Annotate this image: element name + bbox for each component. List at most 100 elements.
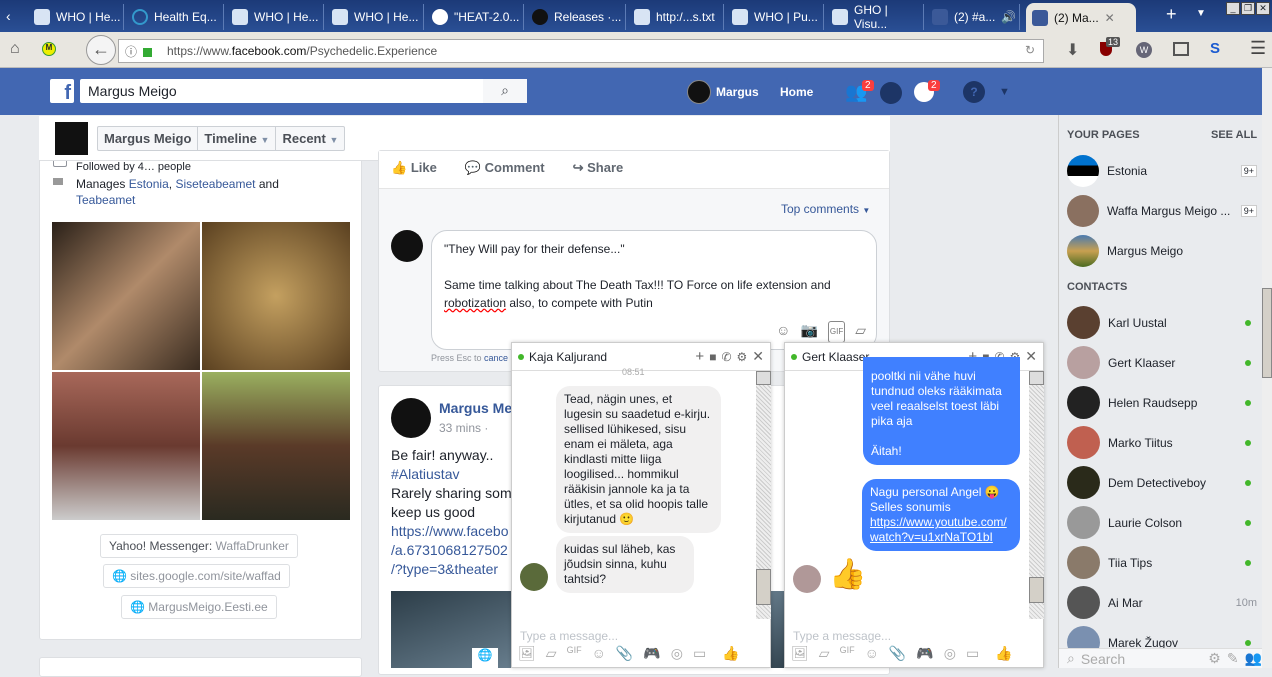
contact-item[interactable]: Gert Klaaser — [1067, 346, 1257, 379]
contact-search-input[interactable]: Search — [1081, 651, 1202, 667]
author-avatar[interactable] — [391, 398, 431, 438]
home-icon[interactable]: ⌂ — [10, 40, 20, 58]
search-icon[interactable]: ⌕ — [483, 79, 527, 103]
cancel-link[interactable]: cance — [484, 353, 508, 363]
contact-item[interactable]: Helen Raudsepp — [1067, 386, 1257, 419]
recent-dropdown[interactable]: Recent ▼ — [276, 127, 344, 150]
comment-button[interactable]: 💬 Comment — [465, 160, 545, 179]
gif-icon[interactable]: GIF — [840, 645, 855, 667]
browser-tab[interactable]: Health Eq... — [126, 4, 224, 30]
sticker-icon[interactable]: ▱ — [819, 645, 830, 667]
w-extension-icon[interactable]: W — [1136, 42, 1152, 58]
browser-tab[interactable]: GHO | Visu... — [826, 3, 924, 31]
browser-tab[interactable]: WHO | He... — [28, 4, 124, 30]
profile-name-button[interactable]: Margus Meigo — [98, 127, 199, 150]
post-time[interactable]: 33 mins · — [439, 421, 488, 435]
emoji-icon[interactable]: ☺ — [865, 645, 879, 667]
settings-icon[interactable]: ⚙ — [737, 350, 748, 364]
close-tab-icon[interactable]: ✕ — [1105, 11, 1115, 25]
browser-tab[interactable]: (2) #a... 🔊 — [926, 4, 1020, 30]
contact-item[interactable]: Laurie Colson — [1067, 506, 1257, 539]
photo-icon[interactable]: 🖼 — [518, 645, 536, 667]
back-button[interactable]: ← — [86, 35, 116, 65]
scrollbar[interactable] — [756, 371, 771, 619]
page-link-siseteabeamet[interactable]: Siseteabeamet — [175, 177, 255, 191]
scrollbar[interactable] — [1029, 371, 1044, 619]
page-link-teabeamet[interactable]: Teabeamet — [76, 193, 135, 207]
sticker-icon[interactable]: ▱ — [855, 321, 866, 343]
messenger-icon[interactable] — [880, 82, 902, 104]
message-input[interactable]: Type a message... — [793, 629, 891, 643]
like-icon[interactable]: 👍 — [722, 645, 739, 667]
s-extension-icon[interactable]: S — [1210, 40, 1220, 57]
attach-icon[interactable]: 📎 — [889, 645, 906, 667]
help-icon[interactable]: ? — [963, 81, 985, 103]
camera-icon[interactable]: 📷 — [800, 321, 817, 343]
top-comments-dropdown[interactable]: Top comments ▼ — [781, 202, 870, 216]
gif-icon[interactable]: GIF — [567, 645, 582, 667]
create-group-icon[interactable]: 👥 — [1245, 650, 1262, 667]
sidebar-icon[interactable] — [1173, 42, 1189, 56]
website-link[interactable]: 🌐 MargusMeigo.Eesti.ee — [121, 595, 277, 619]
post-author[interactable]: Margus Me — [439, 400, 512, 416]
game-icon[interactable]: 🎮 — [643, 645, 660, 667]
share-button[interactable]: ↪ Share — [573, 160, 624, 179]
plan-icon[interactable]: ▭ — [966, 645, 979, 667]
browser-tab[interactable]: Releases ·... — [526, 4, 626, 30]
gear-icon[interactable]: ⚙ — [1208, 650, 1221, 667]
like-icon[interactable]: 👍 — [995, 645, 1012, 667]
browser-tab[interactable]: "HEAT-2.0... — [426, 4, 524, 30]
page-link-estonia[interactable]: Estonia — [129, 177, 169, 191]
comment-input[interactable]: "They Will pay for their defense..." Sam… — [431, 230, 877, 350]
add-icon[interactable]: + — [695, 348, 704, 365]
browser-tab[interactable]: WHO | He... — [226, 4, 324, 30]
contact-item[interactable]: Karl Uustal — [1067, 306, 1257, 339]
account-menu-icon[interactable]: ▼ — [999, 86, 1010, 98]
browser-tab[interactable]: WHO | He... — [326, 4, 424, 30]
photo[interactable] — [202, 372, 350, 520]
close-icon[interactable]: ✕ — [1025, 348, 1037, 365]
facebook-logo-icon[interactable]: f — [50, 79, 74, 104]
window-controls[interactable]: _ ❐ ✕ — [1226, 2, 1270, 15]
browser-tab[interactable]: http:/...s.txt — [628, 4, 724, 30]
search-input[interactable]: Margus Meigo ⌕ — [80, 79, 527, 103]
gif-icon[interactable]: GIF — [827, 321, 846, 343]
game-icon[interactable]: 🎮 — [916, 645, 933, 667]
contact-item[interactable]: Ai Mar 10m — [1067, 586, 1257, 619]
sticker-icon[interactable]: ▱ — [546, 645, 557, 667]
profile-avatar[interactable] — [687, 80, 711, 104]
photo[interactable] — [52, 222, 200, 370]
browser-tab[interactable]: WHO | Pu... — [726, 4, 824, 30]
tab-scroll-left[interactable]: ‹ — [6, 8, 11, 24]
new-tab-button[interactable]: + — [1166, 4, 1177, 25]
menu-icon[interactable]: ☰ — [1250, 38, 1266, 59]
post-link[interactable]: /a.6731068127502 — [391, 542, 508, 558]
photo[interactable] — [52, 372, 200, 520]
contact-item[interactable]: Tiia Tips — [1067, 546, 1257, 579]
message-input[interactable]: Type a message... — [520, 629, 618, 643]
page-scrollbar[interactable] — [1262, 68, 1272, 668]
see-all-link[interactable]: SEE ALL — [1211, 129, 1257, 141]
attach-icon[interactable]: 📎 — [616, 645, 633, 667]
emoji-icon[interactable]: ☺ — [592, 645, 606, 667]
download-icon[interactable]: ⬇ — [1066, 40, 1079, 60]
phone-icon[interactable]: ✆ — [721, 350, 731, 364]
photo[interactable] — [202, 222, 350, 370]
reload-icon[interactable]: ↻ — [1025, 43, 1035, 57]
address-bar[interactable]: https://www.facebook.com/Psychedelic.Exp… — [118, 39, 1044, 63]
emoji-icon[interactable]: ☺ — [776, 321, 790, 343]
video-call-icon[interactable]: ■ — [709, 350, 716, 364]
page-item[interactable]: Margus Meigo — [1067, 235, 1257, 267]
contact-item[interactable]: Dem Detectiveboy — [1067, 466, 1257, 499]
tab-list-icon[interactable]: ▼ — [1196, 8, 1206, 19]
home-link[interactable]: Home — [780, 85, 813, 99]
new-message-icon[interactable]: ✎ — [1227, 650, 1239, 667]
timeline-dropdown[interactable]: Timeline ▼ — [198, 127, 277, 150]
plan-icon[interactable]: ▭ — [693, 645, 706, 667]
browser-tab-active[interactable]: (2) Ma... ✕ — [1026, 3, 1136, 32]
site-info-icon[interactable]: ⓘ — [125, 43, 137, 60]
contact-item[interactable]: Marko Tiitus — [1067, 426, 1257, 459]
website-link[interactable]: 🌐 sites.google.com/site/waffad — [103, 564, 290, 588]
camera-icon[interactable]: ◎ — [944, 645, 956, 667]
page-item[interactable]: Estonia 9+ — [1067, 155, 1257, 187]
